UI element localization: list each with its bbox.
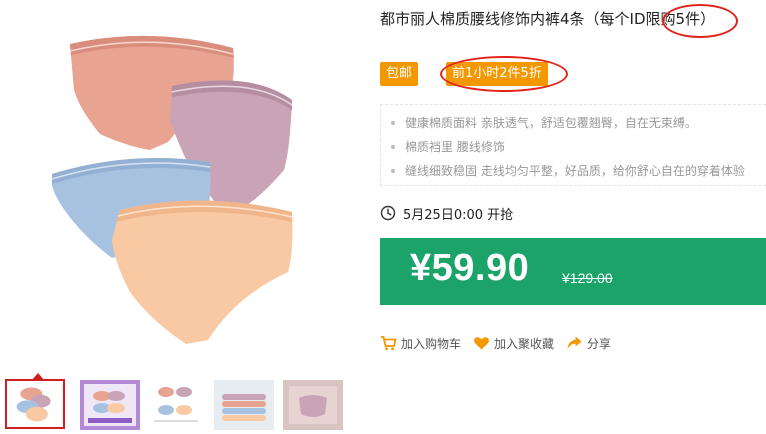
heart-icon [473, 335, 490, 351]
cart-icon [380, 335, 397, 351]
favorite-button[interactable]: 加入聚收藏 [473, 335, 554, 352]
feature-list: 健康棉质面料 亲肤透气，舒适包覆翘臀，自在无束缚。 棉质裆里 腰线修饰 缝线细致… [380, 104, 766, 186]
sale-start-time: 5月25日0:00 开抢 [403, 207, 514, 223]
thumbnail-3[interactable] [146, 380, 206, 430]
thumbnail-5[interactable] [283, 380, 343, 430]
feature-item: 健康棉质面料 亲肤透气，舒适包覆翘臀，自在无束缚。 [391, 111, 766, 135]
share-label: 分享 [587, 336, 612, 351]
add-to-cart-label: 加入购物车 [401, 336, 462, 351]
thumbnail-1[interactable] [5, 379, 65, 429]
thumbnail-strip [0, 373, 370, 434]
action-links: 加入购物车 加入聚收藏 分享 [380, 333, 623, 353]
original-price: ¥129.00 [562, 270, 613, 286]
product-title: 都市丽人棉质腰线修饰内裤4条（每个ID限购5件） [380, 10, 716, 28]
share-icon [566, 335, 583, 351]
sale-price: ¥59.90 [410, 247, 530, 289]
share-button[interactable]: 分享 [566, 335, 611, 352]
thumbnail-2[interactable] [80, 380, 140, 430]
feature-item: 缝线细致稳固 走线均匀平整，好品质，给你舒心自在的穿着体验 [391, 159, 766, 183]
product-main-image [0, 0, 370, 370]
clock-icon [380, 205, 396, 221]
sale-schedule: 5月25日0:00 开抢 [380, 203, 513, 223]
price-bar: ¥59.90 ¥129.00 [380, 238, 766, 305]
feature-item: 棉质裆里 腰线修饰 [391, 135, 766, 159]
free-shipping-tag: 包邮 [380, 62, 419, 86]
thumbnail-4[interactable] [214, 380, 274, 430]
favorite-label: 加入聚收藏 [494, 336, 555, 351]
discount-tag: 前1小时2件5折 [446, 62, 548, 86]
add-to-cart-button[interactable]: 加入购物车 [380, 335, 461, 352]
